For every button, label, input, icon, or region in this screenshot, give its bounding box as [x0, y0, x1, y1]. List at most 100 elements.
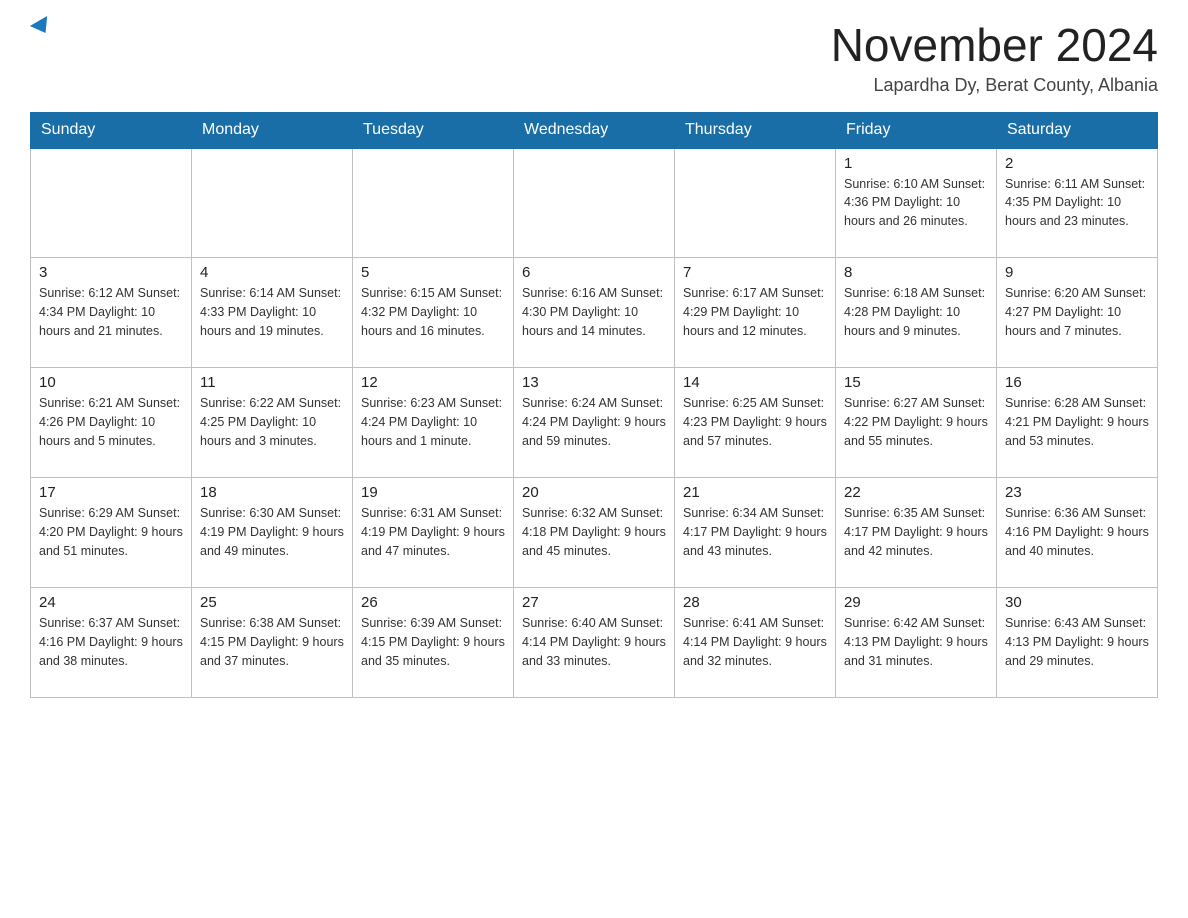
day-info: Sunrise: 6:43 AM Sunset: 4:13 PM Dayligh… [1005, 614, 1149, 670]
calendar-cell: 18 Sunrise: 6:30 AM Sunset: 4:19 PM Dayli… [192, 478, 353, 588]
calendar-cell: 16 Sunrise: 6:28 AM Sunset: 4:21 PM Dayli… [997, 368, 1158, 478]
calendar-cell [514, 148, 675, 258]
calendar-cell: 24Sunrise: 6:37 AM Sunset: 4:16 PM Dayli… [31, 588, 192, 698]
day-number: 14 [683, 374, 827, 391]
calendar-cell: 6 Sunrise: 6:16 AM Sunset: 4:30 PM Daylig… [514, 258, 675, 368]
day-number: 25 [200, 594, 344, 611]
day-number: 6 [522, 264, 666, 281]
day-info: Sunrise: 6:14 AM Sunset: 4:33 PM Dayligh… [200, 284, 344, 340]
day-info: Sunrise: 6:24 AM Sunset: 4:24 PM Dayligh… [522, 394, 666, 450]
calendar-cell: 4 Sunrise: 6:14 AM Sunset: 4:33 PM Daylig… [192, 258, 353, 368]
calendar-cell: 3 Sunrise: 6:12 AM Sunset: 4:34 PM Daylig… [31, 258, 192, 368]
calendar-cell: 13 Sunrise: 6:24 AM Sunset: 4:24 PM Dayli… [514, 368, 675, 478]
day-info: Sunrise: 6:25 AM Sunset: 4:23 PM Dayligh… [683, 394, 827, 450]
day-number: 2 [1005, 155, 1149, 172]
day-number: 4 [200, 264, 344, 281]
week-row-4: 17Sunrise: 6:29 AM Sunset: 4:20 PM Dayli… [31, 478, 1158, 588]
day-number: 30 [1005, 594, 1149, 611]
day-number: 11 [200, 374, 344, 391]
day-number: 17 [39, 484, 183, 501]
day-number: 22 [844, 484, 988, 501]
calendar-cell: 21 Sunrise: 6:34 AM Sunset: 4:17 PM Dayli… [675, 478, 836, 588]
day-number: 12 [361, 374, 505, 391]
calendar-cell: 12 Sunrise: 6:23 AM Sunset: 4:24 PM Dayli… [353, 368, 514, 478]
calendar-cell: 14 Sunrise: 6:25 AM Sunset: 4:23 PM Dayli… [675, 368, 836, 478]
calendar-cell: 10 Sunrise: 6:21 AM Sunset: 4:26 PM Dayli… [31, 368, 192, 478]
day-number: 15 [844, 374, 988, 391]
day-info: Sunrise: 6:23 AM Sunset: 4:24 PM Dayligh… [361, 394, 505, 450]
day-info: Sunrise: 6:11 AM Sunset: 4:35 PM Dayligh… [1005, 175, 1149, 231]
day-info: Sunrise: 6:35 AM Sunset: 4:17 PM Dayligh… [844, 504, 988, 560]
day-info: Sunrise: 6:27 AM Sunset: 4:22 PM Dayligh… [844, 394, 988, 450]
calendar-cell: 22 Sunrise: 6:35 AM Sunset: 4:17 PM Dayli… [836, 478, 997, 588]
day-number: 8 [844, 264, 988, 281]
calendar-cell: 30 Sunrise: 6:43 AM Sunset: 4:13 PM Dayli… [997, 588, 1158, 698]
weekday-header-tuesday: Tuesday [353, 112, 514, 148]
logo [30, 20, 52, 34]
title-area: November 2024 Lapardha Dy, Berat County,… [831, 20, 1158, 96]
calendar-cell: 2 Sunrise: 6:11 AM Sunset: 4:35 PM Daylig… [997, 148, 1158, 258]
day-info: Sunrise: 6:17 AM Sunset: 4:29 PM Dayligh… [683, 284, 827, 340]
day-number: 24 [39, 594, 183, 611]
day-info: Sunrise: 6:32 AM Sunset: 4:18 PM Dayligh… [522, 504, 666, 560]
calendar-cell [675, 148, 836, 258]
calendar-cell [192, 148, 353, 258]
calendar-cell: 15 Sunrise: 6:27 AM Sunset: 4:22 PM Dayli… [836, 368, 997, 478]
day-number: 23 [1005, 484, 1149, 501]
logo-blue-text [30, 20, 52, 34]
calendar-cell: 11 Sunrise: 6:22 AM Sunset: 4:25 PM Dayli… [192, 368, 353, 478]
week-row-1: 1 Sunrise: 6:10 AM Sunset: 4:36 PM Daylig… [31, 148, 1158, 258]
day-number: 9 [1005, 264, 1149, 281]
day-number: 3 [39, 264, 183, 281]
calendar-cell [31, 148, 192, 258]
weekday-header-sunday: Sunday [31, 112, 192, 148]
day-info: Sunrise: 6:21 AM Sunset: 4:26 PM Dayligh… [39, 394, 183, 450]
calendar-cell: 23 Sunrise: 6:36 AM Sunset: 4:16 PM Dayli… [997, 478, 1158, 588]
day-info: Sunrise: 6:16 AM Sunset: 4:30 PM Dayligh… [522, 284, 666, 340]
day-number: 18 [200, 484, 344, 501]
day-info: Sunrise: 6:18 AM Sunset: 4:28 PM Dayligh… [844, 284, 988, 340]
calendar-cell: 1 Sunrise: 6:10 AM Sunset: 4:36 PM Daylig… [836, 148, 997, 258]
weekday-header-thursday: Thursday [675, 112, 836, 148]
day-number: 27 [522, 594, 666, 611]
day-info: Sunrise: 6:12 AM Sunset: 4:34 PM Dayligh… [39, 284, 183, 340]
day-number: 13 [522, 374, 666, 391]
day-info: Sunrise: 6:10 AM Sunset: 4:36 PM Dayligh… [844, 175, 988, 231]
day-number: 19 [361, 484, 505, 501]
calendar-cell [353, 148, 514, 258]
weekday-header-wednesday: Wednesday [514, 112, 675, 148]
day-info: Sunrise: 6:31 AM Sunset: 4:19 PM Dayligh… [361, 504, 505, 560]
calendar-cell: 8 Sunrise: 6:18 AM Sunset: 4:28 PM Daylig… [836, 258, 997, 368]
calendar-cell: 25 Sunrise: 6:38 AM Sunset: 4:15 PM Dayli… [192, 588, 353, 698]
main-title: November 2024 [831, 20, 1158, 71]
day-info: Sunrise: 6:41 AM Sunset: 4:14 PM Dayligh… [683, 614, 827, 670]
weekday-header-friday: Friday [836, 112, 997, 148]
day-info: Sunrise: 6:42 AM Sunset: 4:13 PM Dayligh… [844, 614, 988, 670]
logo-triangle-icon [30, 16, 54, 38]
weekday-header-monday: Monday [192, 112, 353, 148]
calendar-cell: 29 Sunrise: 6:42 AM Sunset: 4:13 PM Dayli… [836, 588, 997, 698]
calendar-cell: 17Sunrise: 6:29 AM Sunset: 4:20 PM Dayli… [31, 478, 192, 588]
day-info: Sunrise: 6:30 AM Sunset: 4:19 PM Dayligh… [200, 504, 344, 560]
calendar-cell: 27 Sunrise: 6:40 AM Sunset: 4:14 PM Dayli… [514, 588, 675, 698]
day-number: 28 [683, 594, 827, 611]
day-number: 5 [361, 264, 505, 281]
day-number: 10 [39, 374, 183, 391]
calendar-cell: 5 Sunrise: 6:15 AM Sunset: 4:32 PM Daylig… [353, 258, 514, 368]
day-number: 29 [844, 594, 988, 611]
day-number: 7 [683, 264, 827, 281]
day-number: 1 [844, 155, 988, 172]
day-info: Sunrise: 6:28 AM Sunset: 4:21 PM Dayligh… [1005, 394, 1149, 450]
day-number: 20 [522, 484, 666, 501]
weekday-header-saturday: Saturday [997, 112, 1158, 148]
day-number: 21 [683, 484, 827, 501]
day-info: Sunrise: 6:38 AM Sunset: 4:15 PM Dayligh… [200, 614, 344, 670]
week-row-2: 3 Sunrise: 6:12 AM Sunset: 4:34 PM Daylig… [31, 258, 1158, 368]
day-info: Sunrise: 6:34 AM Sunset: 4:17 PM Dayligh… [683, 504, 827, 560]
day-info: Sunrise: 6:22 AM Sunset: 4:25 PM Dayligh… [200, 394, 344, 450]
day-number: 16 [1005, 374, 1149, 391]
calendar-cell: 20 Sunrise: 6:32 AM Sunset: 4:18 PM Dayli… [514, 478, 675, 588]
day-info: Sunrise: 6:15 AM Sunset: 4:32 PM Dayligh… [361, 284, 505, 340]
day-info: Sunrise: 6:36 AM Sunset: 4:16 PM Dayligh… [1005, 504, 1149, 560]
day-info: Sunrise: 6:40 AM Sunset: 4:14 PM Dayligh… [522, 614, 666, 670]
